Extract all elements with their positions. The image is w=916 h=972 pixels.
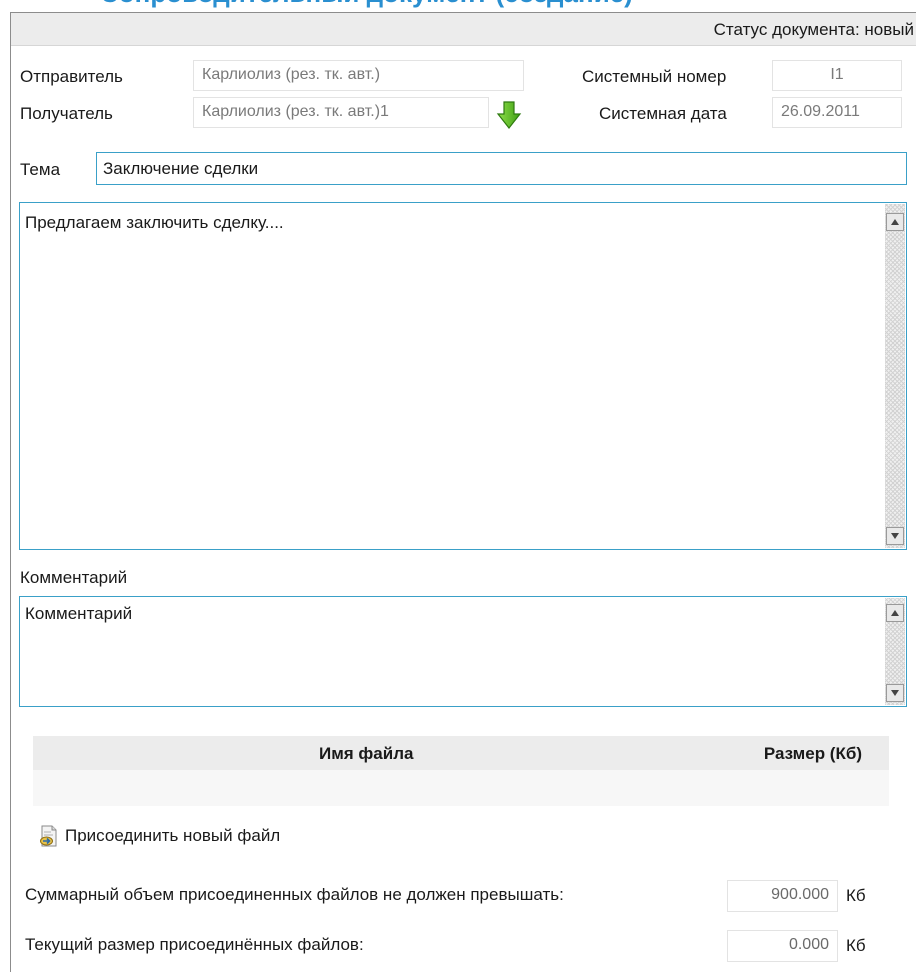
triangle-down-icon <box>891 533 899 539</box>
attach-new-file-link[interactable]: Присоединить новый файл <box>37 823 280 849</box>
column-header-filename: Имя файла <box>319 744 414 763</box>
recipient-label: Получатель <box>20 104 113 123</box>
current-size-label: Текущий размер присоединённых файлов: <box>25 935 364 954</box>
subject-label: Тема <box>20 160 61 179</box>
max-size-field: 900.000 <box>727 880 838 912</box>
select-recipient-button[interactable] <box>496 100 522 130</box>
sender-label: Отправитель <box>20 67 123 86</box>
status-bar: Статус документа: новый <box>11 13 916 46</box>
comment-text: Комментарий <box>25 604 133 623</box>
max-size-label: Суммарный объем присоединенных файлов не… <box>25 885 564 904</box>
message-body-textarea[interactable]: Предлагаем заключить сделку.... <box>19 202 907 550</box>
current-size-field: 0.000 <box>727 930 838 962</box>
attach-file-icon <box>40 825 57 847</box>
triangle-up-icon <box>891 219 899 225</box>
sender-field: Карлиолиз (рез. тк. авт.) <box>193 60 524 91</box>
subject-input[interactable]: Заключение сделки <box>96 152 907 185</box>
system-date-label: Системная дата <box>599 104 727 123</box>
files-table-empty-row <box>33 770 889 806</box>
message-body-scrollbar[interactable] <box>885 204 905 548</box>
system-date-field: 26.09.2011 <box>772 97 902 128</box>
attach-new-file-label: Присоединить новый файл <box>65 826 281 845</box>
message-body-text: Предлагаем заключить сделку.... <box>25 213 284 232</box>
scroll-up-button[interactable] <box>886 213 904 231</box>
document-status: Статус документа: новый <box>713 20 914 39</box>
green-down-arrow-icon <box>496 101 522 129</box>
max-size-unit: Кб <box>846 886 866 905</box>
scroll-down-button[interactable] <box>886 527 904 545</box>
comment-scrollbar[interactable] <box>885 598 905 705</box>
comment-textarea[interactable]: Комментарий <box>19 596 907 707</box>
system-number-label: Системный номер <box>582 67 727 86</box>
recipient-field: Карлиолиз (рез. тк. авт.)1 <box>193 97 489 128</box>
scroll-up-button[interactable] <box>886 604 904 622</box>
column-header-size: Размер (Кб) <box>763 744 862 763</box>
files-table-header: Имя файла Размер (Кб) <box>33 736 889 770</box>
scroll-down-button[interactable] <box>886 684 904 702</box>
triangle-down-icon <box>891 690 899 696</box>
triangle-up-icon <box>891 610 899 616</box>
system-number-field: I1 <box>772 60 902 91</box>
current-size-unit: Кб <box>846 936 866 955</box>
comment-label: Комментарий <box>20 568 128 587</box>
page-title: Сопроводительный документ (создание) <box>100 0 633 8</box>
